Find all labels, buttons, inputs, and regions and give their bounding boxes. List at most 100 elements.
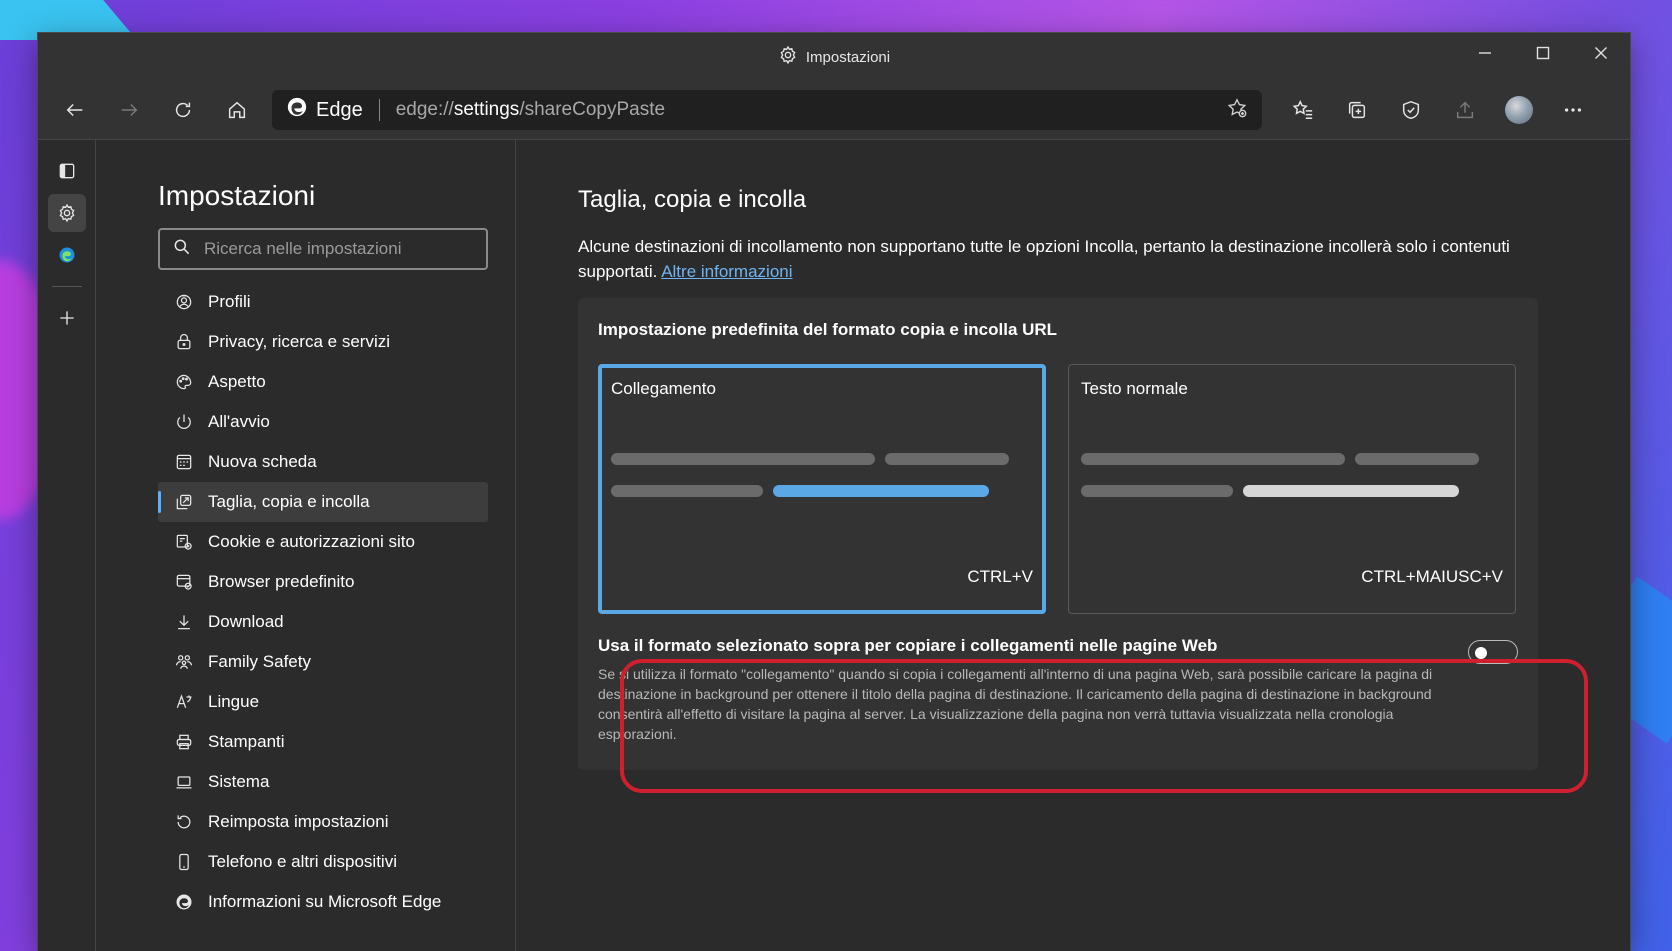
option-collegamento[interactable]: Collegamento CTRL+V	[598, 364, 1046, 614]
preview-illustration	[1081, 453, 1503, 517]
forward-button[interactable]	[102, 90, 156, 130]
close-button[interactable]	[1572, 33, 1630, 73]
more-icon	[1564, 108, 1582, 112]
option-shortcut: CTRL+MAIUSC+V	[1361, 567, 1503, 586]
profile-button[interactable]	[1492, 90, 1546, 130]
page-description: Alcune destinazioni di incollamento non …	[578, 237, 1510, 281]
sidebar-item-nuova-scheda[interactable]: Nuova scheda	[158, 442, 488, 482]
window-title-text: Impostazioni	[805, 48, 891, 66]
setting-title: Usa il formato selezionato sopra per cop…	[598, 636, 1218, 655]
favorites-button[interactable]	[1276, 90, 1330, 130]
add-favorite-button[interactable]	[1226, 97, 1248, 124]
settings-sidebar: Impostazioni Profili Privacy, ricerca e …	[96, 140, 516, 951]
tab-edge[interactable]	[48, 236, 86, 274]
family-icon	[175, 655, 193, 669]
favorites-icon	[1292, 100, 1313, 119]
sidebar-item-browser-predefinito[interactable]: Browser predefinito	[158, 562, 488, 602]
share-copy-icon	[176, 494, 192, 510]
option-shortcut: CTRL+V	[967, 567, 1033, 586]
cookie-icon	[176, 534, 192, 550]
collections-button[interactable]	[1330, 90, 1384, 130]
web-links-setting: Usa il formato selezionato sopra per cop…	[598, 628, 1518, 744]
sidebar-item-lingue[interactable]: Lingue	[158, 682, 488, 722]
sidebar-item-telefono[interactable]: Telefono e altri dispositivi	[158, 842, 488, 882]
minimize-button[interactable]	[1456, 33, 1514, 73]
search-input[interactable]	[204, 239, 464, 259]
browser-toolbar: Edge edge://settings/shareCopyPaste	[38, 81, 1630, 139]
tab-actions-button[interactable]	[48, 152, 86, 190]
vertical-tabs	[38, 140, 96, 951]
arrow-right-icon	[121, 103, 138, 117]
star-add-icon	[1227, 97, 1247, 117]
address-divider	[378, 99, 380, 121]
url-format-card: Impostazione predefinita del formato cop…	[578, 298, 1538, 770]
page-content: Impostazioni Profili Privacy, ricerca e …	[38, 139, 1630, 951]
sidebar-item-family-safety[interactable]: Family Safety	[158, 642, 488, 682]
avatar	[1505, 96, 1533, 124]
option-testo-normale[interactable]: Testo normale CTRL+MAIUSC+V	[1068, 364, 1516, 614]
vertical-tabs-divider	[51, 286, 82, 287]
refresh-icon	[175, 102, 191, 118]
option-label: Collegamento	[611, 379, 716, 398]
plus-icon	[59, 311, 74, 325]
phone-icon	[179, 853, 189, 871]
more-button[interactable]	[1546, 90, 1600, 130]
setting-description: Se si utilizza il formato "collegamento"…	[598, 666, 1433, 742]
format-options: Collegamento CTRL+V Testo normale CTRL+M…	[598, 364, 1518, 614]
sidebar-item-taglia-copia-incolla[interactable]: Taglia, copia e incolla	[158, 482, 488, 522]
laptop-icon	[176, 776, 192, 789]
sidebar-panel-icon	[59, 163, 74, 179]
sidebar-title: Impostazioni	[158, 180, 316, 211]
web-links-toggle[interactable]	[1468, 640, 1518, 664]
tab-settings[interactable]	[47, 194, 86, 232]
preview-illustration	[611, 453, 1033, 517]
edge-logo-icon	[59, 247, 74, 263]
sidebar-item-profili[interactable]: Profili	[158, 282, 488, 322]
sidebar-item-privacy[interactable]: Privacy, ricerca e servizi	[158, 322, 488, 362]
more-info-link[interactable]: Altre informazioni	[661, 262, 792, 281]
gear-icon	[59, 203, 74, 223]
sidebar-item-stampanti[interactable]: Stampanti	[158, 722, 488, 762]
search-box[interactable]	[158, 228, 488, 270]
sidebar-item-avvio[interactable]: All'avvio	[158, 402, 488, 442]
edge-icon	[176, 894, 192, 910]
address-bar[interactable]: Edge edge://settings/shareCopyPaste	[272, 90, 1262, 130]
maximize-button[interactable]	[1514, 33, 1572, 73]
share-button[interactable]	[1438, 90, 1492, 130]
share-icon	[1456, 101, 1474, 119]
sidebar-item-download[interactable]: Download	[158, 602, 488, 642]
sidebar-item-reimposta[interactable]: Reimposta impostazioni	[158, 802, 488, 842]
title-bar: Impostazioni	[38, 33, 1630, 81]
download-icon	[178, 615, 190, 630]
new-tab-button[interactable]	[48, 299, 86, 337]
printer-icon	[176, 734, 192, 750]
lock-icon	[177, 333, 191, 350]
sidebar-item-aspetto[interactable]: Aspetto	[158, 362, 488, 402]
page-title: Taglia, copia e incolla	[578, 186, 807, 213]
shield-heart-icon	[1402, 100, 1420, 120]
card-title: Impostazione predefinita del formato cop…	[598, 320, 1058, 339]
sidebar-item-informazioni[interactable]: Informazioni su Microsoft Edge	[158, 882, 488, 922]
default-browser-icon	[176, 574, 192, 590]
edge-chip: Edge	[286, 96, 363, 124]
browser-essentials-button[interactable]	[1384, 90, 1438, 130]
language-icon	[176, 694, 192, 709]
home-icon	[228, 101, 246, 119]
search-icon	[172, 237, 192, 262]
sidebar-item-sistema[interactable]: Sistema	[158, 762, 488, 802]
settings-main: Taglia, copia e incolla Alcune destinazi…	[516, 140, 1630, 951]
palette-icon	[176, 374, 192, 390]
edge-logo-icon	[286, 96, 308, 124]
sidebar-item-cookie[interactable]: Cookie e autorizzazioni sito	[158, 522, 488, 562]
refresh-button[interactable]	[156, 90, 210, 130]
back-button[interactable]	[48, 90, 102, 130]
home-button[interactable]	[210, 90, 264, 130]
profile-icon	[176, 294, 192, 310]
collections-icon	[1348, 101, 1366, 119]
url-text[interactable]: edge://settings/shareCopyPaste	[396, 99, 1216, 121]
window-title: Impostazioni	[778, 45, 890, 69]
reset-icon	[177, 815, 191, 829]
new-tab-icon	[176, 454, 192, 470]
arrow-left-icon	[66, 103, 83, 117]
browser-window: Impostazioni Edge edge://settings/shareC…	[38, 33, 1630, 951]
